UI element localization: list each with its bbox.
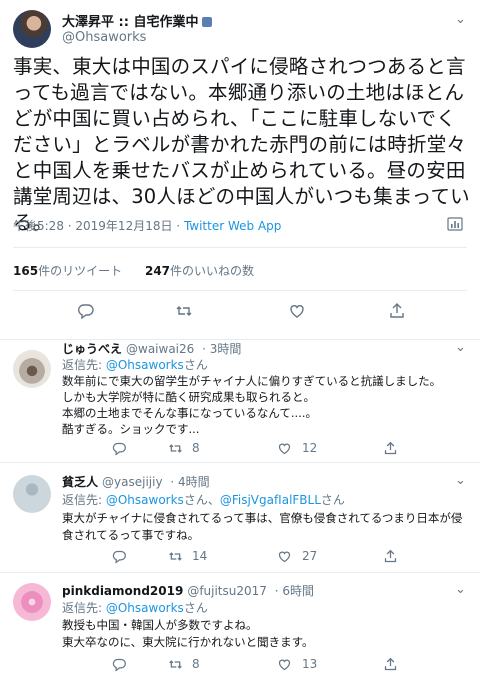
reply-icon[interactable] (112, 549, 127, 564)
likes-stat[interactable]: 247件のいいねの数 (145, 264, 254, 278)
author-handle[interactable]: @Ohsaworks (62, 30, 146, 45)
reply-to-line: 返信先: @Ohsaworksさん (62, 358, 208, 372)
reply-text: 東大がチャイナに侵食されてるって事は、官僚も侵食されてるつまり日本が侵食されてる… (62, 511, 463, 542)
reply-text: 教授も中国・韓国人が多数ですよね。 東大卒なのに、東大院に行かれないと聞きます。 (62, 618, 314, 649)
reply-tweet[interactable]: pinkdiamond2019 @fujitsu2017 · 6時間 ⌄ 返信先:… (0, 573, 480, 684)
reply-header: じゅうべえ @waiwai26 · 3時間 (62, 340, 241, 357)
reply-icon[interactable] (112, 657, 127, 672)
reply-display-name[interactable]: 貧乏人 (62, 475, 98, 489)
reply-text: 数年前にで東大の留学生がチャイナ人に偏りすぎていると抗議しました。 しかも大学院… (62, 374, 442, 436)
like-icon[interactable] (277, 441, 292, 456)
reply-to-link[interactable]: @Ohsaworks (106, 601, 184, 615)
like-icon[interactable] (288, 302, 306, 320)
reply-to-line: 返信先: @Ohsaworksさん、@FisjVgafIalFBLLさん (62, 493, 345, 507)
reply-time[interactable]: · 4時間 (170, 475, 209, 489)
avatar[interactable] (13, 583, 51, 621)
divider (13, 290, 467, 291)
reply-icon[interactable] (77, 302, 95, 320)
reply-to-link[interactable]: @Ohsaworks (106, 493, 184, 507)
reply-handle[interactable]: @fujitsu2017 (187, 584, 267, 598)
chevron-down-icon[interactable]: ⌄ (455, 340, 466, 355)
retweet-count: 14 (192, 549, 208, 563)
avatar[interactable] (13, 10, 51, 48)
like-count: 12 (302, 441, 318, 455)
like-count: 13 (302, 657, 318, 671)
tweet-source[interactable]: Twitter Web App (184, 219, 281, 233)
reply-time[interactable]: · 3時間 (202, 342, 241, 356)
reply-header: pinkdiamond2019 @fujitsu2017 · 6時間 (62, 582, 314, 599)
tweet-text: 事実、東大は中国のスパイに侵略されつつあると言っても過言ではない。本郷通り添いの… (13, 55, 470, 234)
share-icon[interactable] (383, 441, 398, 456)
retweet-icon[interactable] (168, 657, 183, 672)
retweet-count: 8 (192, 441, 200, 455)
share-icon[interactable] (383, 549, 398, 564)
chevron-down-icon[interactable]: ⌄ (455, 582, 466, 597)
avatar[interactable] (13, 350, 51, 388)
reply-to-link[interactable]: @Ohsaworks (106, 358, 184, 372)
tweet-stats: 165件のリツイート 247件のいいねの数 (13, 262, 254, 279)
retweet-icon[interactable] (175, 302, 193, 320)
author-display-name[interactable]: 大澤昇平 :: 自宅作業中 (62, 15, 198, 30)
like-count: 27 (302, 549, 318, 563)
reply-to-link[interactable]: @FisjVgafIalFBLL (220, 493, 321, 507)
retweet-count: 8 (192, 657, 200, 671)
flag-icon (202, 17, 213, 27)
reply-time[interactable]: · 6時間 (275, 584, 314, 598)
like-icon[interactable] (277, 549, 292, 564)
author-name[interactable]: 大澤昇平 :: 自宅作業中 (62, 11, 213, 30)
avatar[interactable] (13, 475, 51, 513)
reply-tweet[interactable]: じゅうべえ @waiwai26 · 3時間 ⌄ 返信先: @Ohsaworksさん… (0, 340, 480, 463)
reply-handle[interactable]: @yasejijiy (102, 475, 163, 489)
share-icon[interactable] (383, 657, 398, 672)
reply-display-name[interactable]: じゅうべえ (62, 342, 122, 356)
reply-display-name[interactable]: pinkdiamond2019 (62, 584, 183, 598)
retweets-stat[interactable]: 165件のリツイート (13, 264, 122, 278)
chevron-down-icon[interactable]: ⌄ (455, 473, 466, 488)
like-icon[interactable] (277, 657, 292, 672)
chevron-down-icon[interactable]: ⌄ (455, 12, 466, 27)
tweet-meta: 午後5:28 · 2019年12月18日 · Twitter Web App (13, 217, 281, 234)
analytics-icon[interactable] (447, 217, 463, 231)
reply-header: 貧乏人 @yasejijiy · 4時間 (62, 473, 210, 490)
share-icon[interactable] (388, 302, 406, 320)
reply-handle[interactable]: @waiwai26 (126, 342, 194, 356)
divider (13, 247, 467, 248)
reply-tweet[interactable]: 貧乏人 @yasejijiy · 4時間 ⌄ 返信先: @Ohsaworksさん、… (0, 463, 480, 573)
tweet-time[interactable]: 午後5:28 · 2019年12月18日 · (13, 219, 180, 233)
reply-to-line: 返信先: @Ohsaworksさん (62, 601, 208, 615)
main-tweet: 大澤昇平 :: 自宅作業中 @Ohsaworks ⌄ 事実、東大は中国のスパイに… (0, 0, 480, 340)
retweet-icon[interactable] (168, 441, 183, 456)
reply-icon[interactable] (112, 441, 127, 456)
retweet-icon[interactable] (168, 549, 183, 564)
